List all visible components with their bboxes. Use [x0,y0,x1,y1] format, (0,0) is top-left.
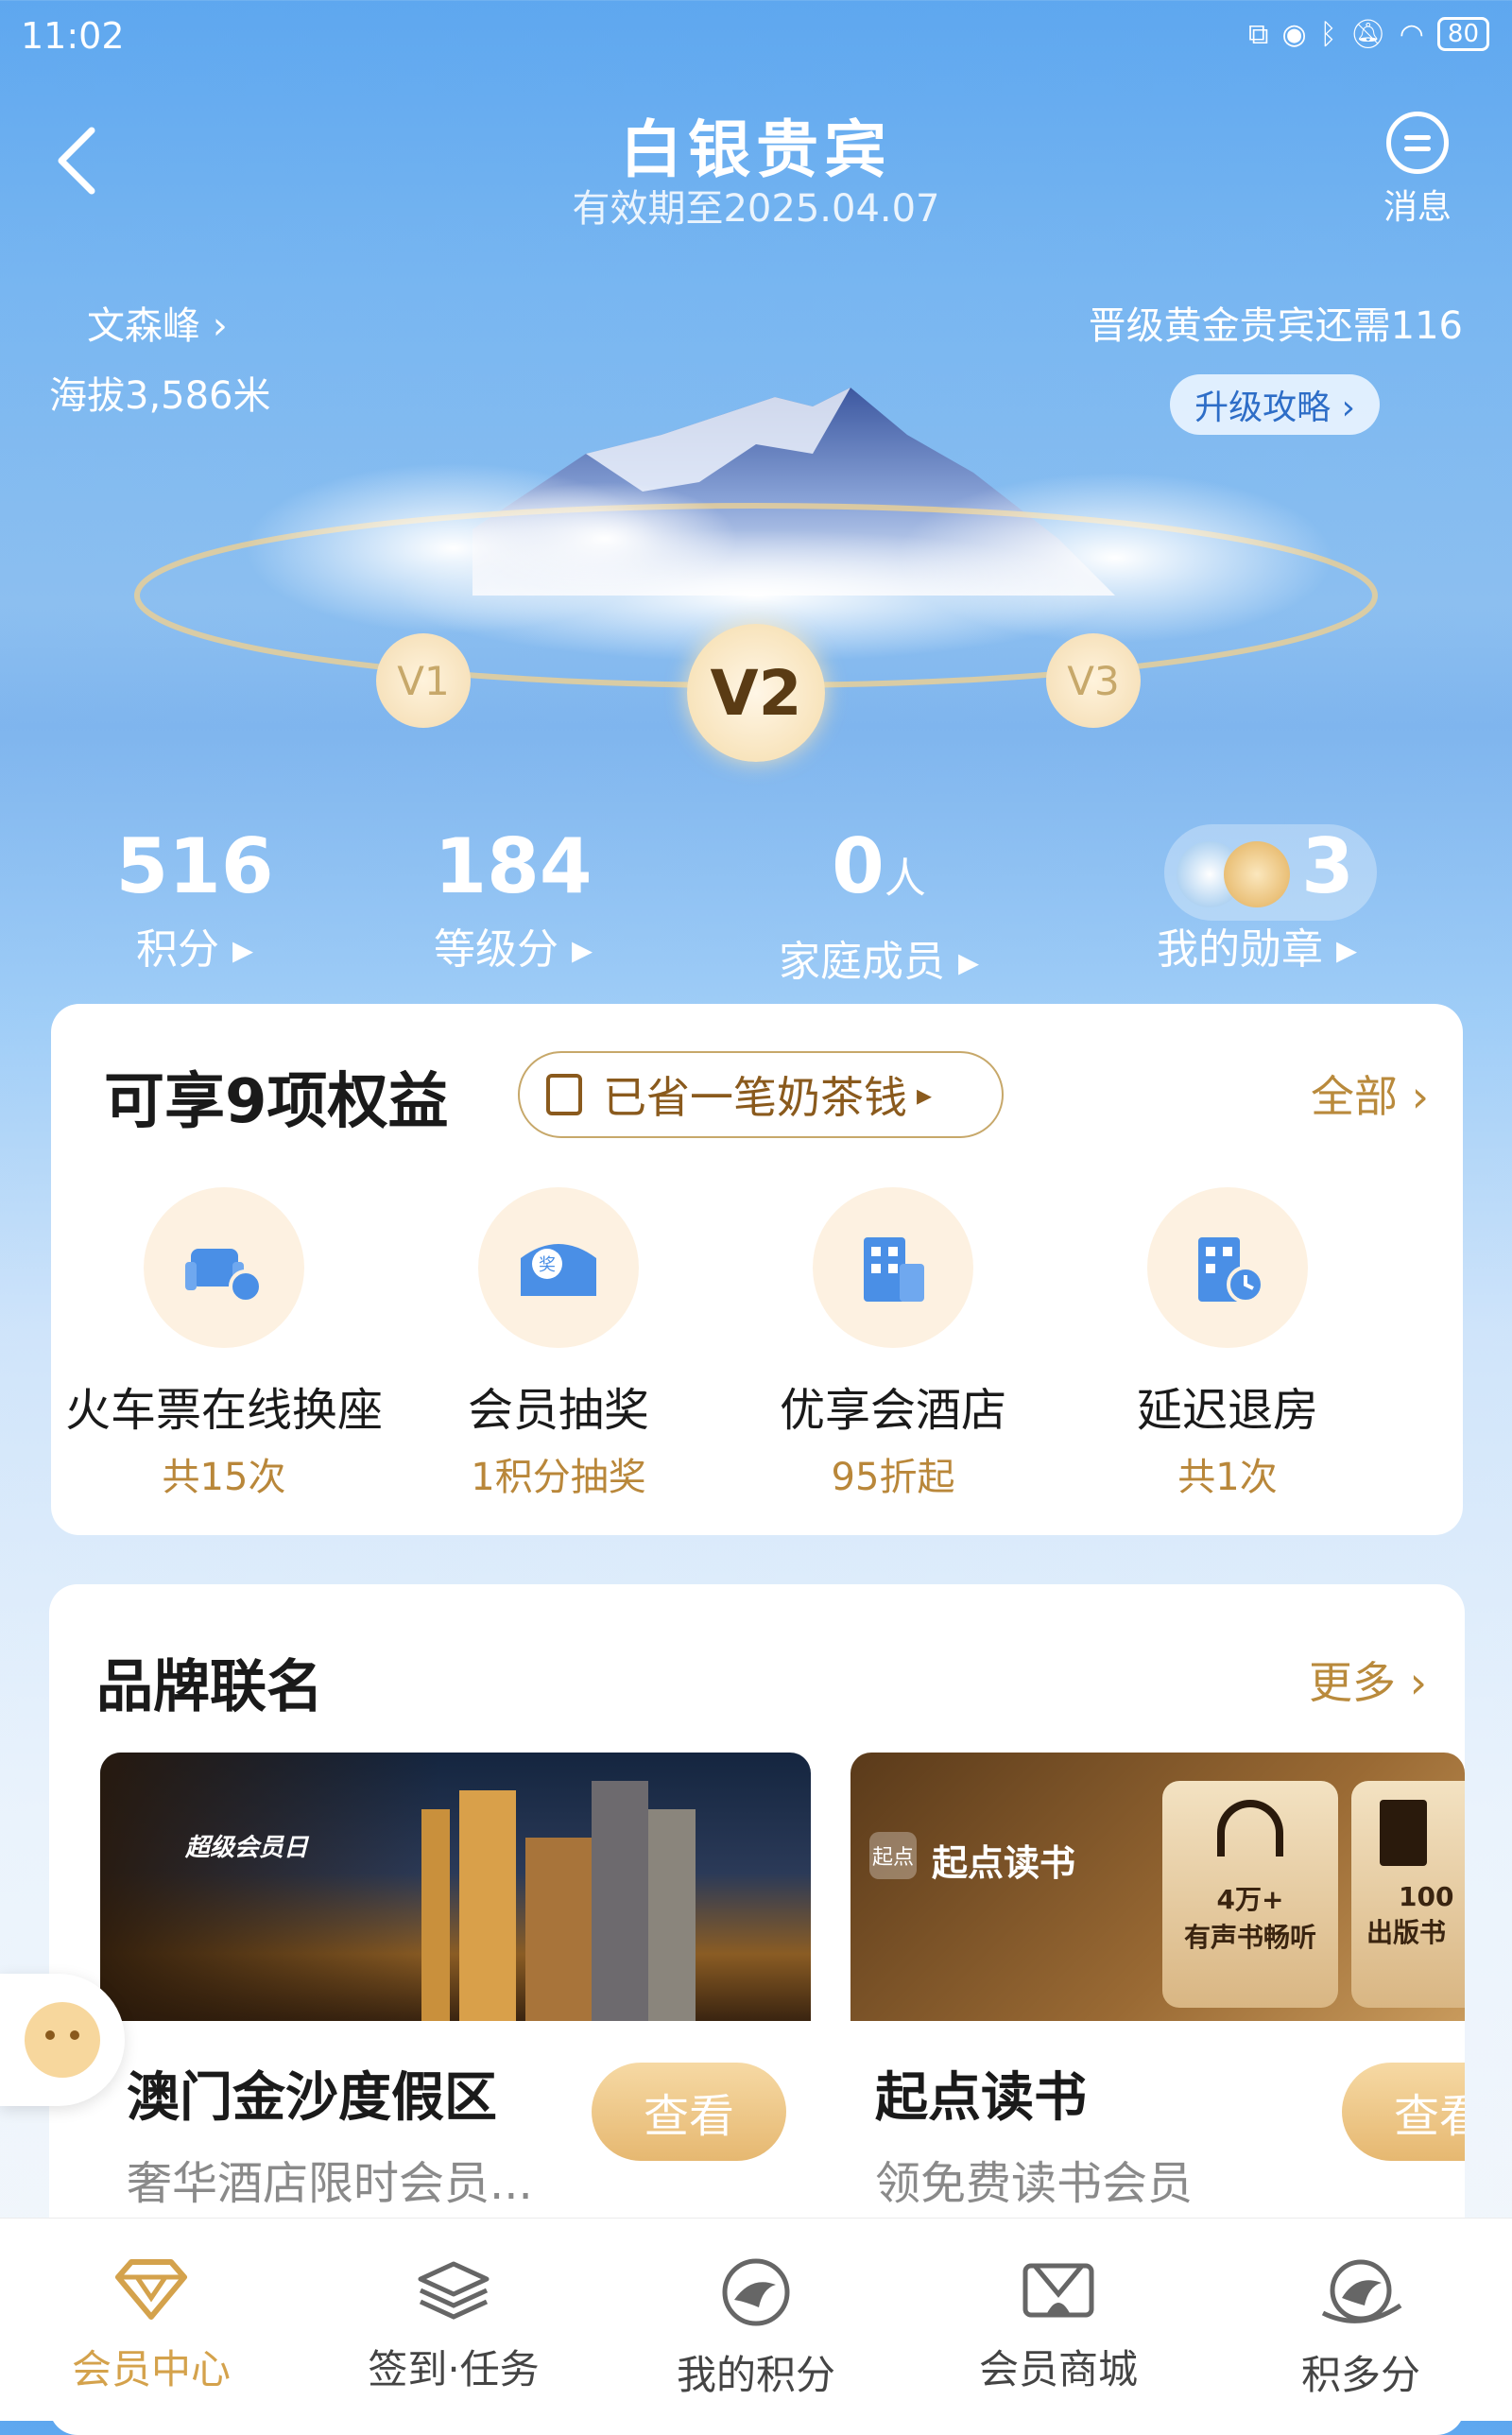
all-benefits-link[interactable]: 全部 › [1311,1062,1429,1125]
battery-icon: 80 [1436,17,1489,51]
validity-date: 有效期至2025.04.07 [572,187,940,231]
macau-resort-image: 超级会员日 [100,1753,811,2021]
message-button[interactable]: 消息 [1375,112,1460,229]
audiobook-count: 4万+ [1216,1884,1284,1915]
book-icon [1380,1800,1427,1866]
nav-label: 我的积分 [676,2352,835,2398]
points-value: 516 [115,822,274,910]
benefits-title: 可享9项权益 [104,1067,449,1137]
brand-desc: 奢华酒店限时会员... [127,2157,533,2210]
train-seat-icon [144,1187,304,1348]
super-member-day-label: 超级会员日 [185,1834,309,1862]
nav-label: 会员商城 [978,2346,1138,2392]
family-unit: 人 [884,855,926,903]
publish-label: 出版书 [1366,1917,1447,1948]
benefit-lottery[interactable]: 奖 会员抽奖 1积分抽奖 [388,1187,729,1501]
benefit-sub: 共1次 [1177,1456,1278,1499]
status-bar: 11:02 ⧉ ◉ ᛒ 🔕︎ ◠ 80 [0,0,1512,76]
benefit-hotel[interactable]: 优享会酒店 95折起 [723,1187,1063,1501]
qidian-logo-icon: 起点 [869,1832,917,1879]
benefit-name: 会员抽奖 [467,1384,649,1437]
nav-member-center[interactable]: 会员中心 [9,2256,293,2395]
benefit-sub: 共15次 [162,1456,286,1499]
benefit-sub: 95折起 [831,1456,955,1499]
hotel-icon [813,1187,973,1348]
brand-desc: 领免费读书会员 [875,2157,1194,2210]
message-icon [1386,112,1449,174]
brand-name: 澳门金沙度假区 [127,2067,497,2129]
family-stat[interactable]: 0人 家庭成员 ▸ [737,824,1021,988]
qidian-banner-label: 起点读书 [932,1842,1076,1884]
points-label: 积分 ▸ [135,925,254,974]
headphones-icon [1217,1800,1283,1856]
view-button[interactable]: 查看 [592,2063,786,2161]
wifi-icon: ◠ [1399,17,1424,51]
savings-badge[interactable]: 已省一笔奶茶钱 ▸ [518,1051,1004,1138]
more-brands-link[interactable]: 更多 › [1309,1649,1427,1711]
nav-my-points[interactable]: 我的积分 [614,2256,898,2401]
points-stat[interactable]: 516 积分 ▸ [53,824,336,976]
savings-text: 已省一笔奶茶钱 [603,1072,907,1123]
family-value: 0 [832,822,885,910]
bottom-nav: 会员中心 签到·任务 我的积分 会员商城 积多分 [0,2218,1512,2421]
publish-badge: 100 出版书 [1351,1781,1465,2008]
family-label: 家庭成员 ▸ [778,938,980,986]
lottery-chest-icon: 奖 [478,1187,639,1348]
late-checkout-icon [1147,1187,1308,1348]
nav-checkin-tasks[interactable]: 签到·任务 [312,2256,595,2395]
nav-label: 积多分 [1300,2352,1420,2398]
brand-collab-title: 品牌联名 [96,1654,323,1720]
status-icons: ⧉ ◉ ᛒ 🔕︎ ◠ 80 [1248,17,1489,51]
status-time: 11:02 [21,15,125,57]
more-points-icon [1321,2259,1402,2323]
benefit-name: 延迟退房 [1136,1384,1318,1437]
view-button[interactable]: 查看 [1342,2063,1465,2161]
calculator-icon [546,1074,582,1115]
benefit-name: 优享会酒店 [779,1384,1006,1437]
nav-member-mall[interactable]: 会员商城 [917,2256,1200,2395]
medals-stat[interactable]: 3 我的勋章 ▸ [1115,824,1399,976]
brand-name: 起点读书 [875,2067,1087,2129]
publish-count: 100 [1399,1881,1454,1912]
benefit-late-checkout[interactable]: 延迟退房 共1次 [1057,1187,1398,1501]
benefit-train-seat[interactable]: 火车票在线换座 共15次 [54,1187,394,1501]
page-title: 白银贵宾 [620,113,892,186]
points-icon [722,2258,790,2326]
message-label: 消息 [1383,188,1452,227]
cast-icon: ⧉ [1248,17,1269,51]
level-points-stat[interactable]: 184 等级分 ▸ [371,824,655,976]
benefits-card: 可享9项权益 已省一笔奶茶钱 ▸ 全部 › 火车票在线换座 共15次 奖 会员抽… [51,1004,1463,1535]
medals-value: 3 [1301,822,1354,910]
audiobook-label: 有声书畅听 [1183,1922,1316,1953]
audiobook-badge: 4万+ 有声书畅听 [1162,1781,1338,2008]
eye-icon: ◉ [1281,17,1307,51]
svg-text:奖: 奖 [539,1255,556,1275]
nav-more-points[interactable]: 积多分 [1219,2256,1503,2401]
nav-label: 签到·任务 [368,2346,540,2392]
caret-right-icon: ▸ [917,1077,933,1113]
smiley-face-icon [25,2002,100,2078]
level-v3-node: V3 [1046,633,1141,728]
mute-icon: 🔕︎ [1349,17,1386,51]
benefit-name: 火车票在线换座 [64,1384,383,1437]
level-v1-node: V1 [376,633,471,728]
mall-icon [1022,2263,1094,2318]
nav-label: 会员中心 [71,2346,231,2392]
level-points-label: 等级分 ▸ [433,925,593,974]
level-v2-current: V2 [687,624,825,762]
level-points-value: 184 [434,822,593,910]
medals-label: 我的勋章 ▸ [1156,925,1358,974]
diamond-icon [115,2259,187,2320]
layers-icon [418,2261,490,2320]
qidian-banner-image: 起点 起点读书 4万+ 有声书畅听 100 出版书 [850,1753,1465,2021]
benefit-sub: 1积分抽奖 [471,1456,646,1499]
bluetooth-icon: ᛒ [1319,17,1337,51]
